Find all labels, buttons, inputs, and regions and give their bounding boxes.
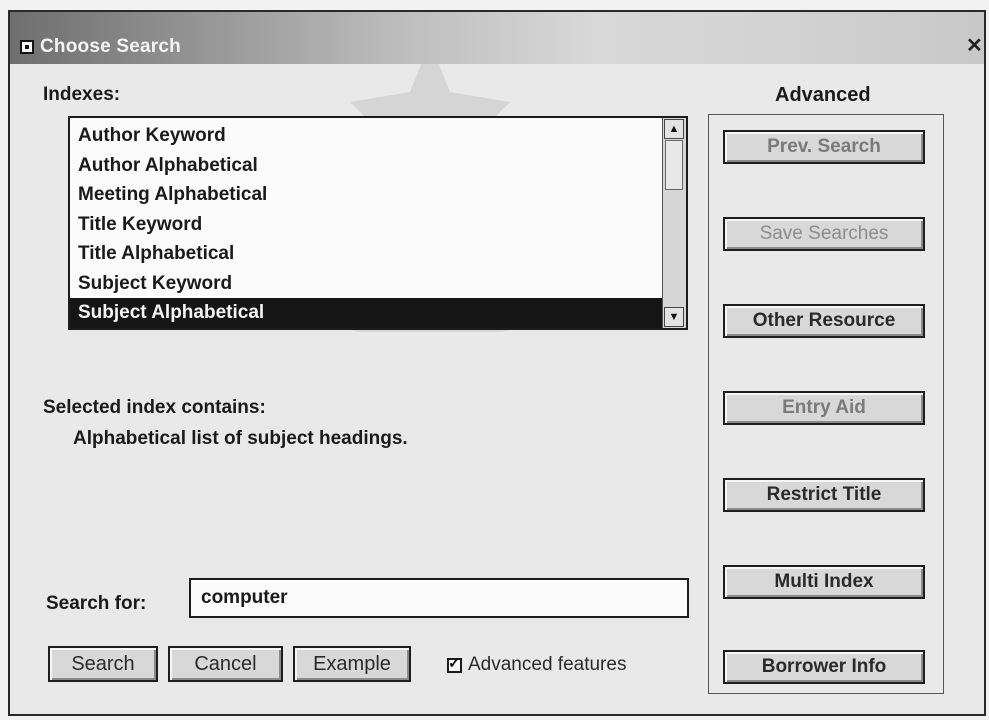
scroll-up-icon[interactable]: ▲ xyxy=(664,119,684,139)
indexes-label: Indexes: xyxy=(43,84,121,105)
checkbox-box[interactable]: ✓ xyxy=(447,654,462,673)
advanced-features-checkbox[interactable]: ✓ Advanced features xyxy=(447,653,626,677)
app-icon xyxy=(20,40,34,54)
restrict-title-button[interactable]: Restrict Title xyxy=(723,478,925,512)
example-button[interactable]: Example xyxy=(293,646,411,682)
index-list-item[interactable]: Author Alphabetical xyxy=(70,151,664,181)
index-list-item[interactable]: Title Keyword xyxy=(70,210,664,240)
index-description: Alphabetical list of subject headings. xyxy=(73,428,408,449)
indexes-list: Author Keyword Author Alphabetical Meeting… xyxy=(70,118,664,328)
description-label: Selected index contains: xyxy=(43,397,266,418)
advanced-features-label: Advanced features xyxy=(468,654,627,675)
check-icon: ✓ xyxy=(448,654,461,672)
index-list-item[interactable]: Subject Alphabetical xyxy=(70,298,664,328)
save-searches-button[interactable]: Save Searches xyxy=(723,217,925,251)
multi-index-button[interactable]: Multi Index xyxy=(723,565,925,599)
title-bar[interactable]: Choose Search ✕ xyxy=(10,12,984,64)
index-list-item[interactable]: Subject Keyword xyxy=(70,269,664,299)
search-button[interactable]: Search xyxy=(48,646,158,682)
borrower-info-button[interactable]: Borrower Info xyxy=(723,650,925,684)
scroll-thumb[interactable] xyxy=(665,140,683,190)
search-for-label: Search for: xyxy=(46,593,147,614)
advanced-heading: Advanced xyxy=(775,84,871,106)
list-scrollbar[interactable]: ▲ ▼ xyxy=(662,118,686,328)
window-title: Choose Search xyxy=(40,36,181,57)
indexes-listbox[interactable]: Author Keyword Author Alphabetical Meeting… xyxy=(68,116,688,330)
close-icon[interactable]: ✕ xyxy=(966,36,983,56)
search-input[interactable]: computer xyxy=(189,578,689,618)
index-list-item[interactable]: Author Keyword xyxy=(70,121,664,151)
other-resource-button[interactable]: Other Resource xyxy=(723,304,925,338)
cancel-button[interactable]: Cancel xyxy=(168,646,283,682)
prev-search-button[interactable]: Prev. Search xyxy=(723,130,925,164)
index-list-item[interactable]: Title Alphabetical xyxy=(70,239,664,269)
scroll-down-icon[interactable]: ▼ xyxy=(664,307,684,327)
entry-aid-button[interactable]: Entry Aid xyxy=(723,391,925,425)
index-list-item[interactable]: Meeting Alphabetical xyxy=(70,180,664,210)
choose-search-dialog: Choose Search ✕ Indexes: Author Keyword A… xyxy=(8,10,986,716)
